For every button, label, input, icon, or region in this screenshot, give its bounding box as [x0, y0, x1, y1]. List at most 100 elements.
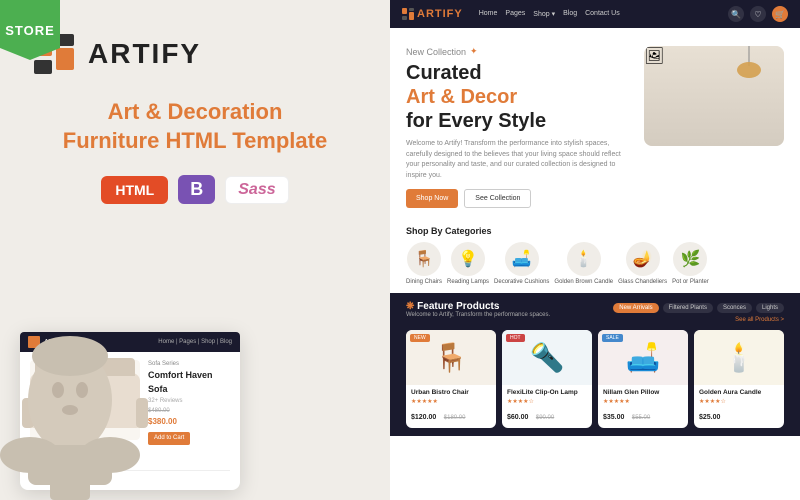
category-chandeliers[interactable]: 🪔 Glass Chandeliers	[618, 242, 667, 285]
nav-logo: ARTIFY	[402, 8, 463, 20]
category-label-dining: Dining Chairs	[406, 279, 442, 285]
product-card-2[interactable]: 🔦 HOT FlexiLite Clip-On Lamp ★★★★☆ $60.0…	[502, 330, 592, 428]
search-icon-btn[interactable]: 🔍	[728, 6, 744, 22]
category-label-candles: Golden Brown Candle	[554, 279, 613, 285]
hero-subtitle-icon: ✦	[470, 46, 478, 57]
preview-nav-links: Home | Pages | Shop | Blog	[158, 339, 232, 345]
preview-product-info: Sofa Series Comfort Haven Sofa 32+ Revie…	[148, 360, 230, 446]
categories-section: Shop By Categories 🪑 Dining Chairs 💡 Rea…	[390, 218, 800, 293]
nav-logo-icon	[402, 8, 414, 20]
nav-links: Home Pages Shop ▾ Blog Contact Us	[479, 10, 620, 18]
category-reading-lamps[interactable]: 💡 Reading Lamps	[447, 242, 489, 285]
room-lamp-svg	[729, 46, 769, 101]
tagline-heading: Art & Decoration Furniture HTML Template	[30, 98, 360, 155]
hero-subtitle: New Collection ✦	[406, 46, 634, 57]
hero-title-line2: Art & Decor	[406, 86, 517, 108]
preview-breadcrumb: Sofa Series	[148, 360, 230, 369]
product-price-old-2: $90.00	[536, 415, 554, 421]
product-name-3: Nillam Glen Pillow	[603, 389, 683, 397]
category-circle-dining: 🪑	[407, 242, 441, 276]
product-price-3: $35.00	[603, 414, 624, 421]
category-circle-chandeliers: 🪔	[626, 242, 660, 276]
tagline-line2: Furniture	[63, 128, 160, 153]
product-name-1: Urban Bistro Chair	[411, 389, 491, 397]
fp-title: ❋ Feature Products	[406, 301, 550, 312]
product-stars-1: ★★★★★	[411, 398, 491, 405]
wishlist-icon-btn[interactable]: ♡	[750, 6, 766, 22]
category-candles[interactable]: 🕯️ Golden Brown Candle	[554, 242, 613, 285]
fp-header: ❋ Feature Products Welcome to Artify, Tr…	[406, 301, 784, 324]
category-list: 🪑 Dining Chairs 💡 Reading Lamps 🛋️ Decor…	[406, 242, 784, 285]
hero-room-image: 🖼	[644, 46, 784, 146]
product-icon-2: 🔦	[530, 341, 565, 374]
left-panel: STORE ARTIFY Art & Decoration Furniture …	[0, 0, 390, 500]
product-name-2: FlexiLite Clip-On Lamp	[507, 389, 587, 397]
product-img-4: 🕯️	[694, 330, 784, 385]
category-planters[interactable]: 🌿 Pot or Planter	[672, 242, 709, 285]
product-card-3[interactable]: 🛋️ SALE Nillam Glen Pillow ★★★★★ $35.00 …	[598, 330, 688, 428]
preview-old-price: $480.00	[148, 407, 230, 416]
product-price-2: $60.00	[507, 414, 528, 421]
category-label-chandeliers: Glass Chandeliers	[618, 279, 667, 285]
product-price-old-3: $55.00	[632, 415, 650, 421]
hero-buttons: Shop Now See Collection	[406, 189, 634, 208]
product-price-1: $120.00	[411, 414, 436, 421]
nav-pages[interactable]: Pages	[505, 10, 525, 18]
preview-product-subtitle: 32+ Reviews	[148, 397, 230, 406]
sass-badge: Sass	[225, 176, 288, 204]
hero-title: Curated Art & Decor for Every Style	[406, 61, 634, 133]
product-icon-3: 🛋️	[626, 341, 661, 374]
room-scene: 🖼	[644, 46, 784, 146]
product-icon-1: 🪑	[434, 341, 469, 374]
fp-tab-new-arrivals[interactable]: New Arrivals	[613, 303, 658, 313]
category-circle-lamps: 💡	[451, 242, 485, 276]
nav-contact[interactable]: Contact Us	[585, 10, 620, 18]
nav-home[interactable]: Home	[479, 10, 498, 18]
see-collection-button[interactable]: See Collection	[464, 189, 531, 208]
tech-badges-row: HTML B Sass	[0, 160, 390, 219]
categories-title: Shop By Categories	[406, 226, 784, 236]
category-label-cushions: Decorative Cushions	[494, 279, 549, 285]
product-badge-2: HOT	[506, 334, 525, 342]
category-cushions[interactable]: 🛋️ Decorative Cushions	[494, 242, 549, 285]
statue-decoration	[0, 270, 150, 500]
product-price-old-1: $180.00	[444, 415, 466, 421]
wall-art: 🖼	[644, 48, 664, 65]
product-grid: 🪑 NEW Urban Bistro Chair ★★★★★ $120.00 $…	[406, 330, 784, 428]
nav-actions: 🔍 ♡ 🛒	[728, 6, 788, 22]
product-stars-3: ★★★★★	[603, 398, 683, 405]
fp-see-all-link[interactable]: See all Products >	[735, 317, 784, 323]
nav-shop[interactable]: Shop ▾	[533, 10, 555, 18]
product-card-1[interactable]: 🪑 NEW Urban Bistro Chair ★★★★★ $120.00 $…	[406, 330, 496, 428]
product-stars-4: ★★★★☆	[699, 398, 779, 405]
tagline-highlight: HTML Template	[165, 128, 327, 153]
category-label-planters: Pot or Planter	[672, 279, 709, 285]
shop-now-button[interactable]: Shop Now	[406, 189, 458, 208]
product-img-3: 🛋️ SALE	[598, 330, 688, 385]
fp-tab-lights[interactable]: Lights	[756, 303, 784, 313]
bootstrap-badge: B	[178, 175, 215, 204]
fp-icon: ❋	[406, 301, 414, 312]
category-dining-chairs[interactable]: 🪑 Dining Chairs	[406, 242, 442, 285]
product-info-1: Urban Bistro Chair ★★★★★ $120.00 $180.00	[406, 385, 496, 428]
product-price-4: $25.00	[699, 414, 720, 421]
category-circle-candles: 🕯️	[567, 242, 601, 276]
fp-subtitle: Welcome to Artify, Transform the perform…	[406, 312, 550, 318]
store-badge: STORE	[0, 0, 60, 60]
product-info-3: Nillam Glen Pillow ★★★★★ $35.00 $55.00	[598, 385, 688, 428]
cart-icon-btn[interactable]: 🛒	[772, 6, 788, 22]
nav-blog[interactable]: Blog	[563, 10, 577, 18]
hero-section: New Collection ✦ Curated Art & Decor for…	[390, 28, 800, 218]
preview-add-to-cart[interactable]: Add to Cart	[148, 432, 190, 445]
fp-tabs: New Arrivals Filtered Plants Sconces Lig…	[613, 303, 784, 313]
product-badge-1: NEW	[410, 334, 430, 342]
fp-controls: New Arrivals Filtered Plants Sconces Lig…	[613, 303, 784, 323]
product-card-4[interactable]: 🕯️ Golden Aura Candle ★★★★☆ $25.00	[694, 330, 784, 428]
fp-tab-filtered[interactable]: Filtered Plants	[663, 303, 713, 313]
right-panel: ARTIFY Home Pages Shop ▾ Blog Contact Us…	[390, 0, 800, 500]
product-info-2: FlexiLite Clip-On Lamp ★★★★☆ $60.00 $90.…	[502, 385, 592, 428]
product-icon-4: 🕯️	[722, 341, 757, 374]
preview-new-price: $380.00	[148, 416, 230, 428]
html-badge: HTML	[101, 176, 168, 204]
fp-tab-sconces[interactable]: Sconces	[717, 303, 752, 313]
